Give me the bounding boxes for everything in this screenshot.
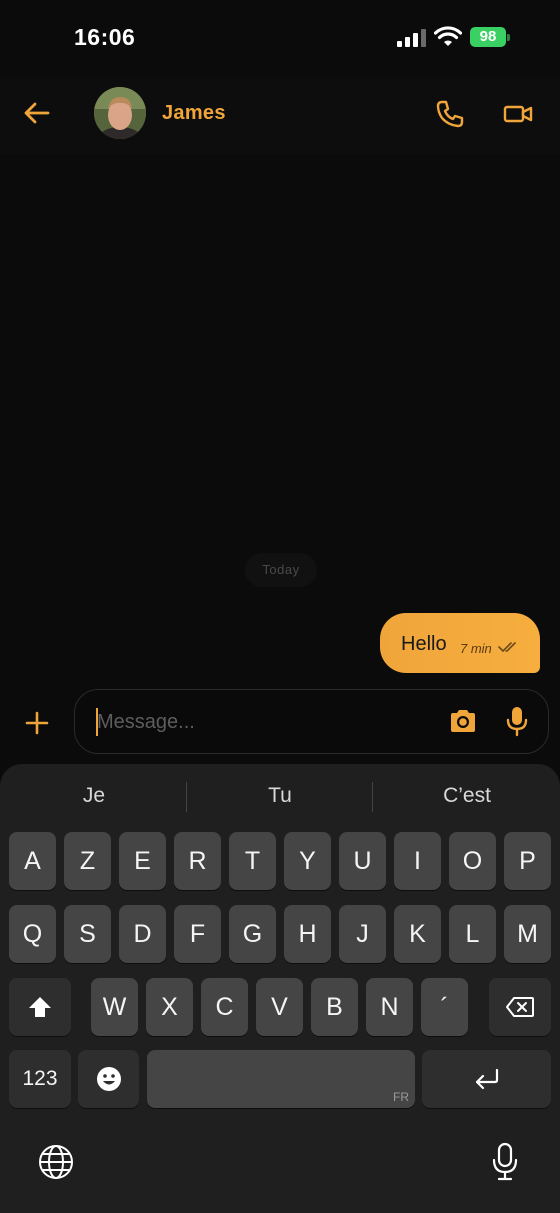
key-b[interactable]: B bbox=[311, 978, 358, 1036]
language-label: FR bbox=[393, 1090, 409, 1104]
key-v[interactable]: V bbox=[256, 978, 303, 1036]
battery-level: 98 bbox=[470, 27, 506, 47]
attach-button[interactable] bbox=[22, 708, 52, 738]
key-p[interactable]: P bbox=[504, 832, 551, 890]
chat-header: James bbox=[0, 76, 560, 154]
shift-arrow-icon bbox=[29, 997, 51, 1017]
emoji-icon bbox=[96, 1067, 121, 1091]
key-x[interactable]: X bbox=[146, 978, 193, 1036]
message-placeholder: Message... bbox=[97, 711, 195, 733]
back-button[interactable] bbox=[20, 96, 54, 130]
message-time: 7 min bbox=[460, 641, 492, 656]
avatar-photo bbox=[94, 87, 146, 139]
message-bubble-outgoing[interactable]: Hello 7 min bbox=[380, 613, 540, 673]
status-time: 16:06 bbox=[74, 24, 136, 50]
space-bar[interactable]: FR bbox=[147, 1050, 415, 1108]
contact-avatar[interactable] bbox=[94, 87, 146, 139]
key-k[interactable]: K bbox=[394, 905, 441, 963]
key-o[interactable]: O bbox=[449, 832, 496, 890]
video-call-button[interactable] bbox=[502, 98, 534, 130]
key-s[interactable]: S bbox=[64, 905, 111, 963]
backspace-icon bbox=[506, 997, 534, 1017]
voice-call-button[interactable] bbox=[434, 98, 466, 130]
numbers-key[interactable]: 123 bbox=[9, 1050, 71, 1108]
return-key[interactable] bbox=[422, 1050, 551, 1108]
key-h[interactable]: H bbox=[284, 905, 331, 963]
key-j[interactable]: J bbox=[339, 905, 386, 963]
key-l[interactable]: L bbox=[449, 905, 496, 963]
key-d[interactable]: D bbox=[119, 905, 166, 963]
backspace-key[interactable] bbox=[489, 978, 551, 1036]
cellular-signal-icon bbox=[397, 29, 426, 47]
shift-key[interactable] bbox=[9, 978, 71, 1036]
status-bar: 16:06 98 bbox=[0, 0, 560, 76]
contact-name[interactable]: James bbox=[162, 102, 226, 125]
suggestion-1[interactable]: Je bbox=[24, 784, 164, 808]
key-q[interactable]: Q bbox=[9, 905, 56, 963]
camera-icon bbox=[451, 710, 475, 732]
video-camera-icon bbox=[503, 105, 533, 123]
plus-icon bbox=[25, 711, 49, 735]
dictation-microphone-icon[interactable] bbox=[492, 1142, 518, 1182]
key-acute-accent[interactable]: ´ bbox=[421, 978, 468, 1036]
arrow-left-icon bbox=[24, 102, 50, 124]
keyboard: Je Tu C’est A Z E R T Y U I O P Q S D F … bbox=[0, 764, 560, 1213]
phone-icon bbox=[436, 100, 464, 128]
date-separator: Today bbox=[245, 553, 317, 587]
key-z[interactable]: Z bbox=[64, 832, 111, 890]
microphone-icon bbox=[506, 707, 528, 737]
key-r[interactable]: R bbox=[174, 832, 221, 890]
key-g[interactable]: G bbox=[229, 905, 276, 963]
key-n[interactable]: N bbox=[366, 978, 413, 1036]
key-t[interactable]: T bbox=[229, 832, 276, 890]
suggestion-2[interactable]: Tu bbox=[210, 784, 350, 808]
key-y[interactable]: Y bbox=[284, 832, 331, 890]
key-u[interactable]: U bbox=[339, 832, 386, 890]
key-f[interactable]: F bbox=[174, 905, 221, 963]
wifi-icon bbox=[434, 26, 462, 46]
emoji-key[interactable] bbox=[78, 1050, 139, 1108]
camera-button[interactable] bbox=[447, 705, 479, 737]
battery-icon: 98 bbox=[470, 27, 510, 47]
message-input[interactable]: Message... bbox=[74, 689, 549, 754]
globe-icon[interactable] bbox=[38, 1144, 74, 1180]
voice-message-button[interactable] bbox=[503, 705, 531, 737]
double-check-icon bbox=[498, 642, 516, 653]
key-m[interactable]: M bbox=[504, 905, 551, 963]
key-i[interactable]: I bbox=[394, 832, 441, 890]
suggestion-3[interactable]: C’est bbox=[397, 784, 537, 808]
suggestion-bar: Je Tu C’est bbox=[0, 764, 560, 830]
key-e[interactable]: E bbox=[119, 832, 166, 890]
key-w[interactable]: W bbox=[91, 978, 138, 1036]
key-a[interactable]: A bbox=[9, 832, 56, 890]
return-arrow-icon bbox=[475, 1068, 498, 1090]
message-text: Hello bbox=[401, 633, 447, 655]
key-c[interactable]: C bbox=[201, 978, 248, 1036]
